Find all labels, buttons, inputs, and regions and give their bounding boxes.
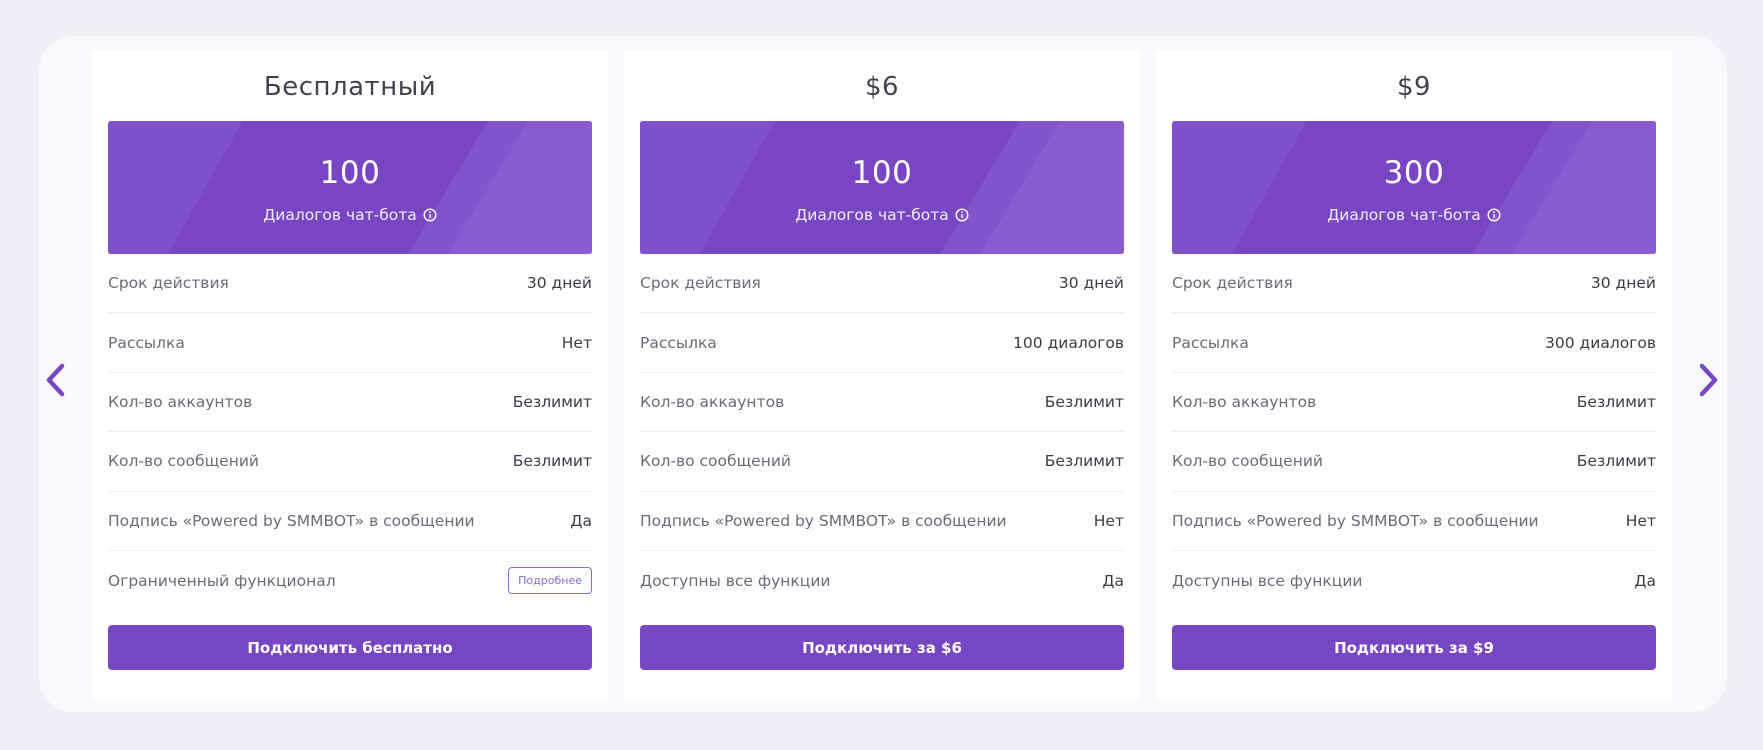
chevron-right-icon [1699,363,1718,397]
next-slide-button[interactable] [1688,345,1728,415]
feature-value: Безлимит [1576,392,1656,411]
feature-value: Да [1634,571,1656,590]
feature-value: Да [1102,571,1124,590]
feature-value: Да [570,511,592,530]
feature-label: Рассылка [108,333,185,352]
feature-row: Кол-во аккаунтов Безлимит [1172,373,1656,433]
dialogs-count: 100 [851,155,913,191]
feature-label: Подпись «Powered by SMMBOT» в сообщении [640,511,1007,530]
feature-value: Нет [1093,511,1124,530]
feature-row: Подпись «Powered by SMMBOT» в сообщении Д… [108,492,592,551]
feature-value: 30 дней [526,274,592,293]
feature-label: Подпись «Powered by SMMBOT» в сообщении [108,511,475,530]
feature-row: Кол-во аккаунтов Безлимит [640,373,1124,433]
info-icon[interactable] [423,208,437,222]
more-details-button[interactable]: Подробнее [508,567,592,595]
feature-label: Кол-во сообщений [108,452,259,471]
plan-banner: 300 Диалогов чат-бота [1172,121,1656,254]
feature-row: Доступны все функции Да [640,551,1124,610]
feature-row: Подпись «Powered by SMMBOT» в сообщении Н… [640,492,1124,551]
feature-value: 30 дней [1590,274,1656,293]
dialogs-label: Диалогов чат-бота [795,206,949,224]
feature-label: Срок действия [640,274,761,293]
feature-row: Срок действия 30 дней [1172,254,1656,314]
plan-banner: 100 Диалогов чат-бота [108,121,592,254]
feature-row: Подпись «Powered by SMMBOT» в сообщении Н… [1172,492,1656,551]
feature-row: Срок действия 30 дней [640,254,1124,314]
plan-title: $9 [1396,72,1432,102]
plan-title: Бесплатный [263,72,437,102]
feature-row: Рассылка 100 диалогов [640,313,1124,373]
plan-features: Срок действия 30 дней Рассылка 300 диалого… [1172,254,1656,610]
plan-title: $6 [864,72,900,102]
feature-row: Рассылка Нет [108,313,592,373]
plan-card-6: $6 100 Диалогов чат-бота Срок действия 30… [624,50,1140,701]
dialogs-caption: Диалогов чат-бота [1172,206,1656,224]
feature-value: Безлимит [512,392,592,411]
plan-features: Срок действия 30 дней Рассылка 100 диалого… [640,254,1124,610]
dialogs-label: Диалогов чат-бота [263,206,417,224]
feature-label: Рассылка [640,333,717,352]
feature-row: Кол-во сообщений Безлимит [1172,432,1656,492]
plan-banner: 100 Диалогов чат-бота [640,121,1124,254]
feature-label: Кол-во сообщений [1172,452,1323,471]
feature-value: Нет [1625,511,1656,530]
feature-label: Рассылка [1172,333,1249,352]
dialogs-count: 300 [1383,155,1445,191]
feature-label: Срок действия [1172,274,1293,293]
plan-card-free: Бесплатный 100 Диалогов чат-бота Срок де… [92,50,608,701]
connect-6-button[interactable]: Подключить за $6 [640,625,1124,670]
prev-slide-button[interactable] [36,345,76,415]
feature-label: Кол-во аккаунтов [1172,392,1317,411]
feature-value: Безлимит [1576,452,1656,471]
connect-free-button[interactable]: Подключить бесплатно [108,625,592,670]
info-icon[interactable] [955,208,969,222]
feature-row: Ограниченный функционал Подробнее [108,551,592,610]
feature-label: Доступны все функции [1172,571,1363,590]
dialogs-caption: Диалогов чат-бота [640,206,1124,224]
dialogs-caption: Диалогов чат-бота [108,206,592,224]
feature-value: 30 дней [1058,274,1124,293]
feature-label: Срок действия [108,274,229,293]
feature-row: Доступны все функции Да [1172,551,1656,610]
feature-row: Кол-во аккаунтов Безлимит [108,373,592,433]
feature-label: Кол-во сообщений [640,452,791,471]
connect-9-button[interactable]: Подключить за $9 [1172,625,1656,670]
feature-label: Кол-во аккаунтов [108,392,253,411]
dialogs-count: 100 [319,155,381,191]
feature-row: Рассылка 300 диалогов [1172,313,1656,373]
feature-value: Безлимит [512,452,592,471]
dialogs-label: Диалогов чат-бота [1327,206,1481,224]
chevron-left-icon [46,363,65,397]
feature-value: 300 диалогов [1545,333,1656,352]
feature-value: 100 диалогов [1013,333,1124,352]
feature-value: Безлимит [1044,392,1124,411]
feature-label: Доступны все функции [640,571,831,590]
feature-label: Подпись «Powered by SMMBOT» в сообщении [1172,511,1539,530]
info-icon[interactable] [1487,208,1501,222]
feature-row: Кол-во сообщений Безлимит [108,432,592,492]
feature-row: Кол-во сообщений Безлимит [640,432,1124,492]
feature-value: Нет [561,333,592,352]
feature-value: Безлимит [1044,452,1124,471]
plan-card-9: $9 300 Диалогов чат-бота Срок действия 30… [1156,50,1672,701]
plan-features: Срок действия 30 дней Рассылка Нет Кол-во … [108,254,592,610]
feature-label: Ограниченный функционал [108,571,336,590]
feature-label: Кол-во аккаунтов [640,392,785,411]
feature-row: Срок действия 30 дней [108,254,592,314]
